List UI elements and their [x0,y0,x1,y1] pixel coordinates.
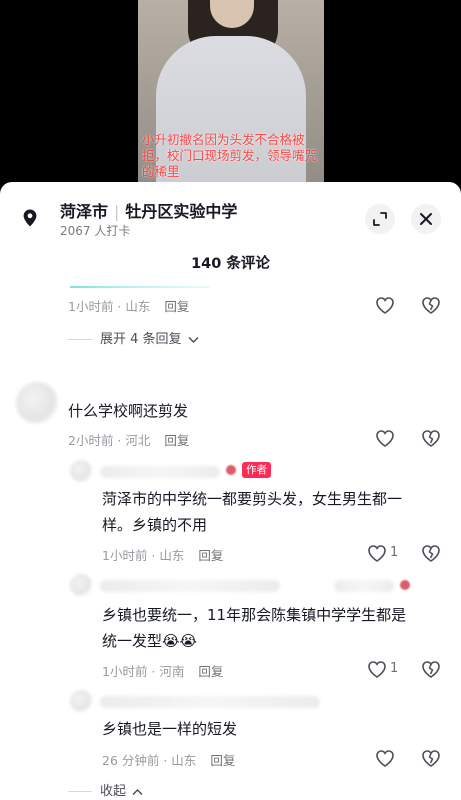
divider-dash [68,791,92,792]
video-player[interactable]: 小升初撤名因为头发不合格被拒，校门口现场剪发，领导嘴咒的稀里 [0,0,461,200]
dislike-broken-heart-icon[interactable] [420,659,442,679]
author-name-suffix [334,580,394,592]
like-count: 1 [390,661,399,676]
close-icon [420,213,432,225]
expand-icon [373,212,387,226]
reply-button[interactable]: 回复 [198,664,223,679]
reply-text: 乡镇也是一样的短发 [102,720,238,738]
author-name [100,466,220,478]
like-heart-icon[interactable] [374,428,396,448]
author-name [100,580,280,592]
location-city: 菏泽市 [60,202,109,221]
reply-meta: 26 分钟前 · 山东 回复 [102,750,235,769]
chevron-down-icon [188,336,199,343]
collapse-replies-button[interactable]: 收起 [68,780,143,799]
author-name [100,696,320,708]
dislike-broken-heart-icon[interactable] [420,543,442,563]
reply-time-location: 26 分钟前 · 山东 [102,753,197,768]
chevron-up-icon [132,788,143,795]
avatar[interactable] [70,690,92,712]
like-heart-icon[interactable] [374,748,396,768]
author-emoji [226,465,236,475]
reply-button[interactable]: 回复 [164,433,189,448]
reply-meta: 1小时前 · 山东 回复 [102,545,223,564]
reply-text-line2: 统一发型😭😭 [102,628,197,654]
close-button[interactable] [411,204,441,234]
reply-text-line2-text: 统一发型 [102,632,163,650]
comment-meta: 1小时前 · 山东 回复 [68,296,189,315]
reply-time-location: 1小时前 · 山东 [102,548,185,563]
reply-button[interactable]: 回复 [198,548,223,563]
reply-time-location: 1小时前 · 河南 [102,664,185,679]
reply-button[interactable]: 回复 [210,753,235,768]
truncated-comment-edge [70,286,210,288]
collapse-label: 收起 [100,784,127,799]
dislike-broken-heart-icon[interactable] [420,748,442,768]
crying-emoji: 😭😭 [162,632,198,650]
reply-text-line2: 样。乡镇的不用 [102,516,208,534]
like-heart-icon[interactable] [374,295,396,315]
reply-meta: 1小时前 · 河南 回复 [102,661,223,680]
reply-text-line1: 乡镇也要统一，11年那会陈集镇中学学生都是 [102,606,407,624]
comment-time-location: 2小时前 · 河北 [68,433,151,448]
avatar[interactable] [16,382,58,424]
location-pin-icon [23,209,37,227]
location-title: 菏泽市 | 牡丹区实验中学 [60,198,237,222]
comment-text: 什么学校啊还剪发 [68,402,189,420]
expand-button[interactable] [365,204,395,234]
avatar[interactable] [70,460,92,482]
author-emoji [400,580,410,590]
like-count: 1 [390,545,399,560]
comment-meta: 2小时前 · 河北 回复 [68,430,189,449]
dislike-broken-heart-icon[interactable] [420,428,442,448]
avatar[interactable] [70,574,92,596]
comments-count: 140 条评论 [191,256,270,272]
dislike-broken-heart-icon[interactable] [420,295,442,315]
reply-button[interactable]: 回复 [164,299,189,314]
comment-sheet: 菏泽市 | 牡丹区实验中学 2067 人打卡 140 条评论 1小时前 · 山东 回复… [0,182,461,800]
location-place: 牡丹区实验中学 [125,202,238,221]
author-badge: 作者 [242,462,271,478]
location-separator: | [114,202,120,221]
divider-dash [68,339,92,340]
comment-time-location: 1小时前 · 山东 [68,299,151,314]
like-heart-icon[interactable] [366,543,388,563]
location-row[interactable]: 菏泽市 | 牡丹区实验中学 2067 人打卡 [18,196,447,240]
like-heart-icon[interactable] [366,659,388,679]
reply-text-line1: 菏泽市的中学统一都要剪头发，女生男生都一 [102,490,403,508]
video-caption: 小升初撤名因为头发不合格被拒，校门口现场剪发，领导嘴咒的稀里 [142,132,318,179]
location-checkins: 2067 人打卡 [60,224,131,238]
expand-replies-button[interactable]: 展开 4 条回复 [68,328,199,347]
expand-replies-label: 展开 4 条回复 [100,332,182,347]
